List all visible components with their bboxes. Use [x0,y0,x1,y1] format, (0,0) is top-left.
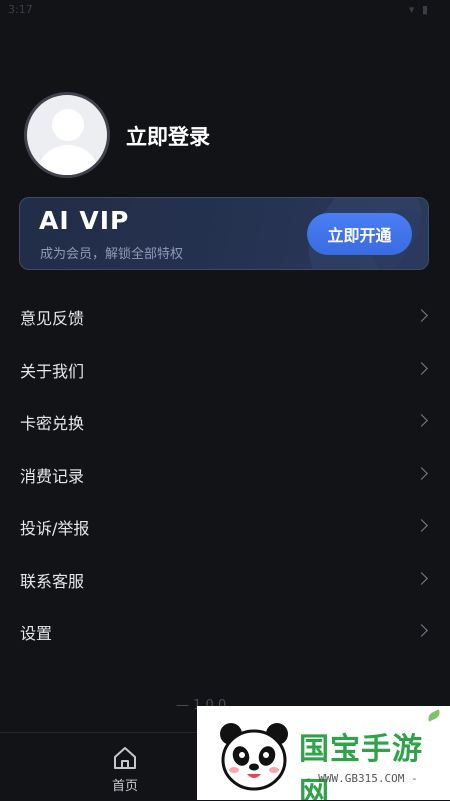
vip-title: AI VIP [39,206,130,235]
vip-subtitle: 成为会员，解锁全部特权 [40,247,184,262]
menu-item-label: 投诉/举报 [20,519,90,538]
chevron-right-icon [415,466,428,480]
menu-item-label: 消费记录 [20,466,85,486]
vip-banner[interactable]: AI VIP 成为会员，解锁全部特权 立即开通 [19,197,429,270]
menu-item-purchase-history[interactable]: 消费记录 [0,448,450,501]
avatar-body-shape [36,145,100,175]
watermark-overlay: 国宝手游网 - WWW.GB315.COM - [197,706,450,800]
status-time: 3:17 [8,3,33,16]
menu-item-redeem-code[interactable]: 卡密兑换 [0,395,450,448]
chevron-right-icon [415,624,428,637]
chevron-right-icon [415,571,428,585]
status-icons: ▾ ▮ [408,3,430,16]
leaf-icon [426,709,442,722]
home-icon [112,745,138,771]
status-bar: 3:17 ▾ ▮ [0,0,450,20]
menu-item-contact-support[interactable]: 联系客服 [0,553,450,606]
menu-item-settings[interactable]: 设置 [0,605,450,658]
menu-item-feedback[interactable]: 意见反馈 [0,290,450,343]
chevron-right-icon [415,309,428,322]
watermark-title: 国宝手游网 [299,732,423,800]
tab-home-label: 首页 [111,779,138,794]
menu-item-label: 设置 [20,624,53,643]
settings-menu: 意见反馈 关于我们 卡密兑换 消费记录 投诉/举报 联系客服 设置 [0,290,450,658]
watermark-url: - WWW.GB315.COM - [305,772,418,785]
menu-item-label: 联系客服 [20,571,85,591]
menu-item-label: 意见反馈 [20,309,85,328]
panda-logo-icon [217,720,291,794]
avatar-head-shape [52,109,84,141]
menu-item-label: 卡密兑换 [20,414,85,433]
menu-item-about[interactable]: 关于我们 [0,343,450,396]
profile-header[interactable]: 立即登录 [24,92,424,178]
chevron-right-icon [415,361,428,375]
tab-home[interactable]: 首页 [96,743,154,795]
menu-item-report[interactable]: 投诉/举报 [0,500,450,553]
menu-item-label: 关于我们 [20,361,85,381]
vip-open-button[interactable]: 立即开通 [307,213,412,255]
avatar[interactable] [24,92,110,178]
chevron-right-icon [415,414,428,427]
chevron-right-icon [415,519,428,532]
login-link[interactable]: 立即登录 [126,121,210,151]
